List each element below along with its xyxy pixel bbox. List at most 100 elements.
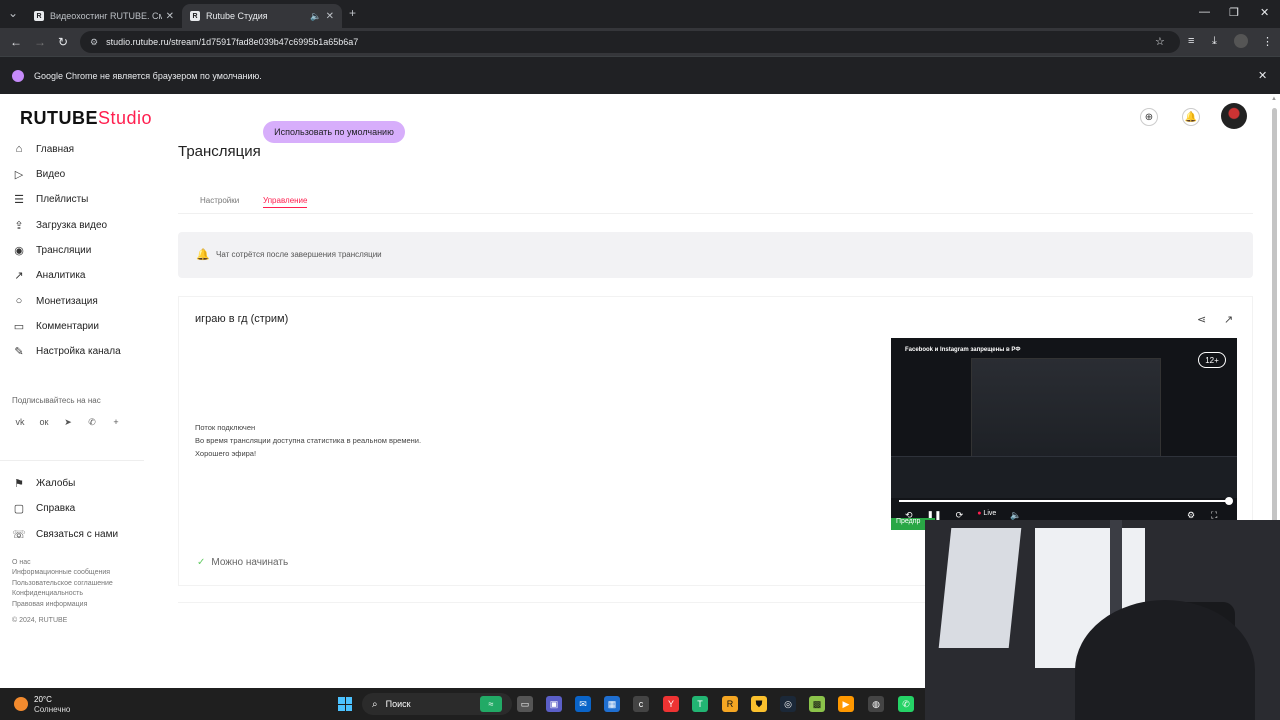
infobar-close-icon[interactable]: ✕	[1258, 69, 1267, 82]
window-close-icon[interactable]: ✕	[1260, 6, 1269, 19]
telegram-icon[interactable]: ➤	[60, 417, 76, 431]
taskbar-widget-icon[interactable]: ≈	[480, 696, 502, 712]
sidebar-item-channel-settings[interactable]: ✎ Настройка канала	[12, 344, 120, 358]
logo-product: Studio	[98, 108, 153, 128]
chrome-menu-icon[interactable]: ⋮	[1262, 35, 1273, 48]
stream-status-greeting: Хорошего эфира!	[195, 449, 257, 458]
sidebar-item-label: Видео	[36, 168, 66, 180]
task-view-icon[interactable]: ▭	[517, 696, 533, 712]
back-icon[interactable]: ←	[10, 35, 22, 49]
social-links: vk ок ➤ ✆ +	[12, 417, 124, 431]
notifications-bell-icon[interactable]: 🔔	[1182, 108, 1200, 126]
yandex-browser-icon[interactable]: Y	[663, 696, 679, 712]
progress-knob[interactable]	[1225, 497, 1233, 505]
close-tab-icon[interactable]: ✕	[326, 11, 334, 22]
bookmark-star-icon[interactable]: ☆	[1155, 35, 1165, 48]
sidebar-item-comments[interactable]: ▭ Комментарии	[12, 319, 99, 333]
sidebar-item-label: Загрузка видео	[36, 219, 108, 231]
footer-link-terms[interactable]: Пользовательское соглашение	[12, 580, 113, 587]
steam-icon[interactable]: ◎	[780, 696, 796, 712]
footer-link-about[interactable]: О нас	[12, 559, 31, 566]
calculator-icon[interactable]: c	[633, 696, 649, 712]
bell-icon: 🔔	[196, 249, 210, 261]
vk-icon[interactable]: vk	[12, 417, 28, 431]
sidebar-item-upload[interactable]: ⇪ Загрузка видео	[12, 218, 107, 232]
whatsapp-icon[interactable]: ✆	[898, 696, 914, 712]
address-bar[interactable]: ⚙ studio.rutube.ru/stream/1d75917fad8e03…	[80, 31, 1180, 53]
footer-link-info[interactable]: Информационные сообщения	[12, 569, 110, 576]
stream-title: играю в гд (стрим)	[195, 313, 289, 325]
footer-copyright: © 2024, RUTUBE	[12, 617, 68, 624]
downloads-icon[interactable]: ⤓	[1212, 35, 1217, 48]
player-progress-bar[interactable]	[899, 500, 1229, 502]
set-default-browser-button[interactable]: Использовать по умолчанию	[263, 121, 405, 143]
sidebar-item-label: Жалобы	[36, 477, 76, 489]
scroll-up-icon[interactable]: ▲	[1271, 96, 1277, 102]
tab-settings[interactable]: Настройки	[200, 196, 239, 205]
create-icon[interactable]: ⊕	[1140, 108, 1158, 126]
sidebar-item-broadcasts[interactable]: ◉ Трансляции	[12, 243, 91, 257]
fullscreen-icon[interactable]: ⛶	[1211, 510, 1217, 520]
rutube-studio-logo[interactable]: RUTUBEStudio	[20, 108, 152, 129]
forward-icon[interactable]: ⟳	[956, 510, 964, 520]
windows-taskbar: 20°C Солнечно ⌕ Поиск ≈ ▭ ▣ ✉ ▦ c Y T R ⛊…	[0, 688, 925, 720]
sidebar-item-complaints[interactable]: ⚑ Жалобы	[12, 476, 75, 490]
security-shield-icon[interactable]: ⛊	[751, 696, 767, 712]
volume-icon[interactable]: 🔈	[1010, 510, 1021, 520]
share-icon[interactable]: ⋖	[1197, 313, 1206, 326]
browser-tab-rutube[interactable]: R Видеохостинг RUTUBE. Смотрите ✕	[26, 4, 182, 28]
forward-icon[interactable]: →	[34, 35, 46, 49]
pycharm-icon[interactable]: T	[692, 696, 708, 712]
ok-icon[interactable]: ок	[36, 417, 52, 431]
sidebar-item-analytics[interactable]: ↗ Аналитика	[12, 268, 85, 282]
new-tab-icon[interactable]: +	[349, 6, 356, 20]
live-indicator[interactable]: Live	[977, 510, 996, 520]
sidebar-item-home[interactable]: ⌂ Главная	[12, 142, 74, 156]
chrome-icon[interactable]: ◍	[868, 696, 884, 712]
windows-start-icon[interactable]	[338, 697, 352, 711]
maximize-icon[interactable]: ❐	[1229, 6, 1239, 19]
audio-playing-icon[interactable]: 🔈	[310, 11, 321, 22]
comments-icon: ▭	[13, 320, 25, 333]
minimize-icon[interactable]: —	[1199, 6, 1210, 18]
browser-profile-avatar[interactable]	[1234, 34, 1248, 48]
viber-icon[interactable]: ✆	[84, 417, 100, 431]
tab-management[interactable]: Управление	[263, 196, 308, 208]
sidebar-item-contact[interactable]: ☏ Связаться с нами	[12, 527, 118, 541]
sidebar-item-monetization[interactable]: ○ Монетизация	[12, 294, 98, 308]
weather-description[interactable]: Солнечно	[34, 705, 70, 714]
site-info-icon[interactable]: ⚙	[90, 37, 98, 48]
user-avatar[interactable]	[1221, 103, 1247, 129]
media-player-icon[interactable]: ▶	[838, 696, 854, 712]
weather-sun-icon[interactable]	[14, 697, 28, 711]
mail-icon[interactable]: ✉	[575, 696, 591, 712]
more-icon[interactable]: +	[108, 417, 124, 431]
sidebar-item-video[interactable]: ▷ Видео	[12, 167, 65, 181]
teams-icon[interactable]: ▣	[546, 696, 562, 712]
rutube-favicon-icon: R	[34, 11, 44, 21]
help-icon: ▢	[13, 502, 25, 515]
weather-temperature[interactable]: 20°C	[34, 695, 52, 704]
infobar-message: Google Chrome не является браузером по у…	[34, 71, 262, 81]
settings-icon[interactable]: ⚙	[1187, 510, 1195, 520]
store-icon[interactable]: ▦	[604, 696, 620, 712]
footer-link-legal[interactable]: Правовая информация	[12, 601, 87, 608]
browser-tab-studio[interactable]: R Rutube Студия 🔈 ✕	[182, 4, 342, 28]
stream-status-stats: Во время трансляции доступна статистика …	[195, 436, 422, 445]
tab-search-icon[interactable]: ⌄	[8, 6, 18, 20]
sidebar-item-help[interactable]: ▢ Справка	[12, 501, 75, 515]
sidebar-item-label: Плейлисты	[36, 193, 89, 205]
sidebar-item-label: Трансляции	[36, 244, 92, 256]
reading-list-icon[interactable]: ≡	[1188, 35, 1194, 47]
minecraft-icon[interactable]: ▩	[809, 696, 825, 712]
close-tab-icon[interactable]: ✕	[166, 11, 174, 22]
reload-icon[interactable]: ↻	[58, 35, 68, 49]
search-label: Поиск	[385, 699, 411, 709]
stream-preview-player[interactable]: Facebook и Instagram запрещены в РФ 12+ …	[891, 338, 1237, 520]
sidebar-item-playlists[interactable]: ☰ Плейлисты	[12, 192, 88, 206]
sidebar-divider	[0, 460, 144, 461]
footer-link-privacy[interactable]: Конфиденциальность	[12, 590, 83, 597]
open-external-icon[interactable]: ↗	[1224, 313, 1233, 326]
playlist-icon: ☰	[14, 193, 24, 206]
rustore-icon[interactable]: R	[722, 696, 738, 712]
